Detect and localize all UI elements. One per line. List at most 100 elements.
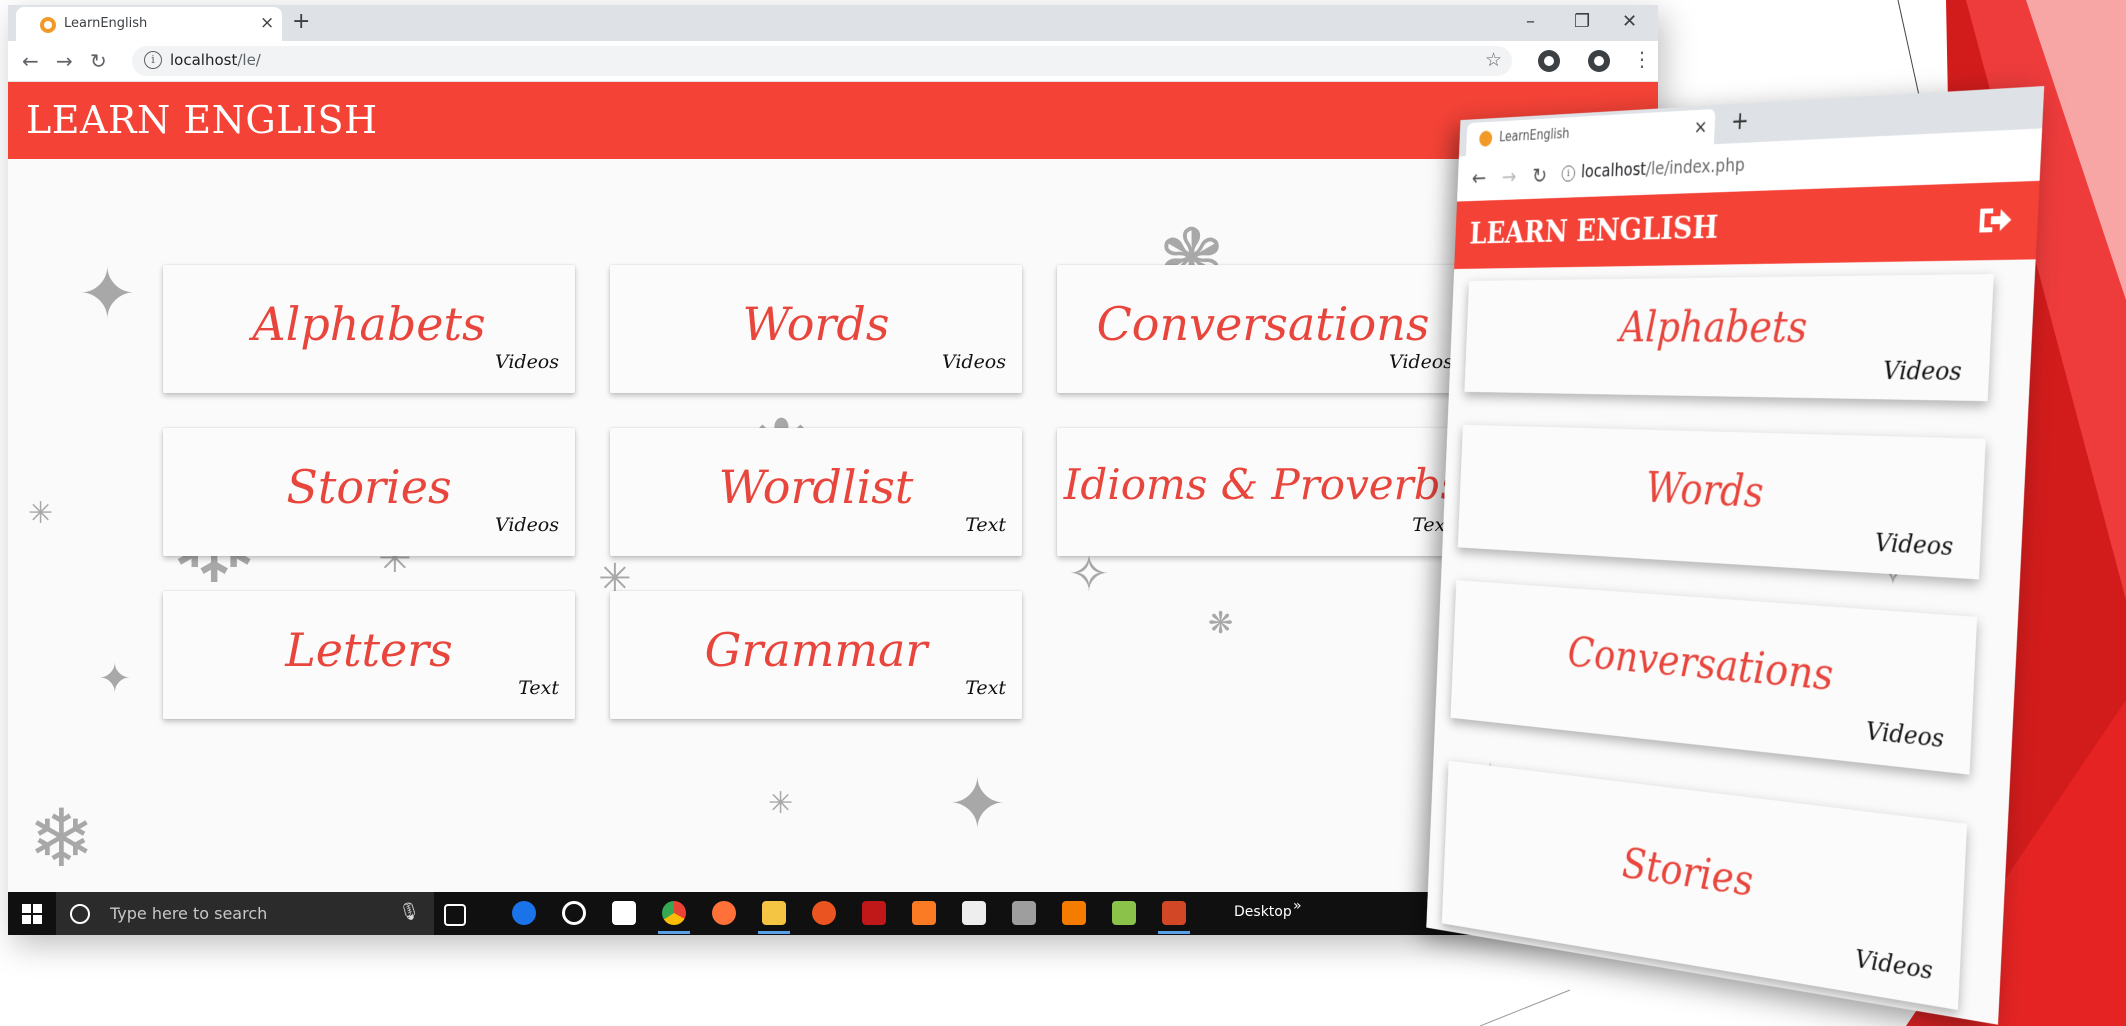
mail-icon[interactable] — [962, 901, 986, 925]
snowflake-icon: ❋ — [1208, 609, 1233, 639]
card-title: Idioms & Proverbs — [1057, 460, 1469, 509]
mobile-browser-view: LearnEnglish × + ← → ↻ i localhost/le/in… — [1426, 86, 2044, 1025]
desktop-toolbar-label[interactable]: Desktop — [1234, 904, 1292, 920]
mobile-site-brand[interactable]: LEARN ENGLISH — [1469, 209, 1719, 251]
card-letters[interactable]: Letters Text — [163, 591, 575, 719]
mobile-card-conversations[interactable]: Conversations Videos — [1450, 580, 1977, 775]
card-title: Alphabets — [1466, 300, 1992, 354]
edge-icon[interactable] — [512, 901, 536, 925]
tab-strip: LearnEnglish × + – ❐ ✕ — [8, 5, 1658, 41]
main-content: ✦ ❄ ✳ ❉ ✦ ❃ ✧ ✦ ❄ ✦ ✳ ✦ ✳ ❋ ✳ Alphabets … — [8, 159, 1658, 892]
site-info-icon[interactable]: i — [1561, 165, 1575, 182]
snowflake-icon: ✦ — [78, 259, 137, 329]
back-icon[interactable]: ← — [1471, 166, 1486, 191]
windows-start-icon[interactable] — [22, 904, 42, 924]
profile-avatar-icon[interactable] — [1588, 50, 1610, 72]
xampp-icon[interactable] — [912, 901, 936, 925]
mobile-url-text[interactable]: localhost/le/index.php — [1581, 155, 1746, 182]
active-app-indicator — [658, 931, 690, 934]
mobile-card-words[interactable]: Words Videos — [1458, 425, 1986, 580]
card-type: Videos — [1865, 717, 1944, 754]
snowflake-icon: ✳ — [768, 789, 793, 819]
card-type: Videos — [942, 351, 1006, 373]
site-header: LEARN ENGLISH — [8, 82, 1658, 159]
mobile-tab-title: LearnEnglish — [1499, 125, 1570, 145]
card-title: Grammar — [610, 623, 1022, 677]
cortana-icon — [70, 904, 90, 924]
card-stories[interactable]: Stories Videos — [163, 428, 575, 556]
file-explorer-icon[interactable] — [762, 901, 786, 925]
firefox-icon[interactable] — [712, 901, 736, 925]
notepad-icon[interactable] — [1112, 901, 1136, 925]
snowflake-icon: ✦ — [948, 769, 1007, 839]
groove-icon[interactable] — [562, 901, 586, 925]
tab-learnenglish[interactable]: LearnEnglish × — [16, 7, 282, 41]
task-view-icon[interactable] — [444, 904, 466, 926]
card-type: Text — [965, 514, 1006, 536]
site-info-icon[interactable]: i — [144, 51, 162, 69]
g-app-icon[interactable] — [1062, 901, 1086, 925]
forward-icon[interactable]: → — [1501, 164, 1517, 189]
card-title: Alphabets — [163, 297, 575, 351]
card-type: Videos — [1882, 357, 1962, 387]
card-type: Videos — [495, 351, 559, 373]
card-title: Stories — [163, 460, 575, 514]
card-type: Videos — [495, 514, 559, 536]
card-idioms-proverbs[interactable]: Idioms & Proverbs Text — [1057, 428, 1469, 556]
card-type: Videos — [1855, 945, 1934, 986]
snowflake-icon: ✧ — [1068, 549, 1110, 599]
active-app-indicator — [1158, 931, 1190, 934]
taskbar-search-placeholder: Type here to search — [110, 904, 267, 923]
ubuntu-icon[interactable] — [812, 901, 836, 925]
card-title: Words — [1460, 456, 1984, 528]
tab-title: LearnEnglish — [64, 16, 147, 31]
tab-close-icon[interactable]: × — [1693, 115, 1707, 138]
url-text: localhost/le/ — [170, 51, 261, 69]
mcafee-icon[interactable] — [862, 901, 886, 925]
back-icon[interactable]: ← — [22, 49, 39, 73]
bookmark-star-icon[interactable]: ☆ — [1485, 49, 1502, 71]
address-bar[interactable]: i localhost/le/ ☆ — [132, 46, 1512, 76]
card-words[interactable]: Words Videos — [610, 265, 1022, 393]
favicon-icon — [40, 17, 56, 33]
mobile-main-content: ❄ ✳ ✦ ✧ Alphabets Videos Words Videos Co… — [1426, 259, 2035, 1024]
card-title: Wordlist — [610, 460, 1022, 514]
close-window-icon[interactable]: ✕ — [1622, 11, 1637, 32]
card-type: Text — [965, 677, 1006, 699]
desktop-browser-window: LearnEnglish × + – ❐ ✕ ← → ↻ i localhost… — [8, 5, 1658, 935]
card-wordlist[interactable]: Wordlist Text — [610, 428, 1022, 556]
card-title: Conversations — [1453, 618, 1975, 714]
taskbar-overflow-icon[interactable]: » — [1293, 898, 1302, 914]
forward-icon[interactable]: → — [56, 49, 73, 73]
calculator-icon[interactable] — [1012, 901, 1036, 925]
mobile-card-alphabets[interactable]: Alphabets Videos — [1464, 274, 1994, 401]
browser-toolbar: ← → ↻ i localhost/le/ ☆ ⋮ — [8, 41, 1658, 82]
site-brand[interactable]: LEARN ENGLISH — [26, 98, 378, 142]
reload-icon[interactable]: ↻ — [1532, 163, 1548, 188]
card-alphabets[interactable]: Alphabets Videos — [163, 265, 575, 393]
restore-icon[interactable]: ❐ — [1574, 11, 1590, 32]
card-title: Letters — [163, 623, 575, 677]
card-title: Words — [610, 297, 1022, 351]
card-title: Stories — [1444, 814, 1964, 938]
logout-icon[interactable] — [1975, 200, 2014, 241]
minimize-icon[interactable]: – — [1526, 11, 1535, 32]
menu-icon[interactable]: ⋮ — [1632, 47, 1652, 71]
new-tab-button[interactable]: + — [292, 9, 310, 34]
card-title: Conversations — [1057, 297, 1469, 351]
store-icon[interactable] — [612, 901, 636, 925]
new-tab-button[interactable]: + — [1730, 107, 1749, 136]
windows-taskbar: Type here to search 🎙 Desktop » — [8, 892, 1658, 935]
card-type: Text — [518, 677, 559, 699]
extension-icon[interactable] — [1538, 50, 1560, 72]
microphone-icon[interactable]: 🎙 — [398, 902, 420, 922]
card-grammar[interactable]: Grammar Text — [610, 591, 1022, 719]
snowflake-icon: ✦ — [98, 659, 132, 699]
reload-icon[interactable]: ↻ — [90, 49, 107, 73]
powerpoint-icon[interactable] — [1162, 901, 1186, 925]
chrome-icon[interactable] — [662, 901, 686, 925]
card-type: Videos — [1874, 529, 1953, 562]
tab-close-icon[interactable]: × — [260, 13, 274, 33]
card-conversations[interactable]: Conversations Videos — [1057, 265, 1469, 393]
taskbar-search[interactable]: Type here to search 🎙 — [56, 892, 434, 935]
